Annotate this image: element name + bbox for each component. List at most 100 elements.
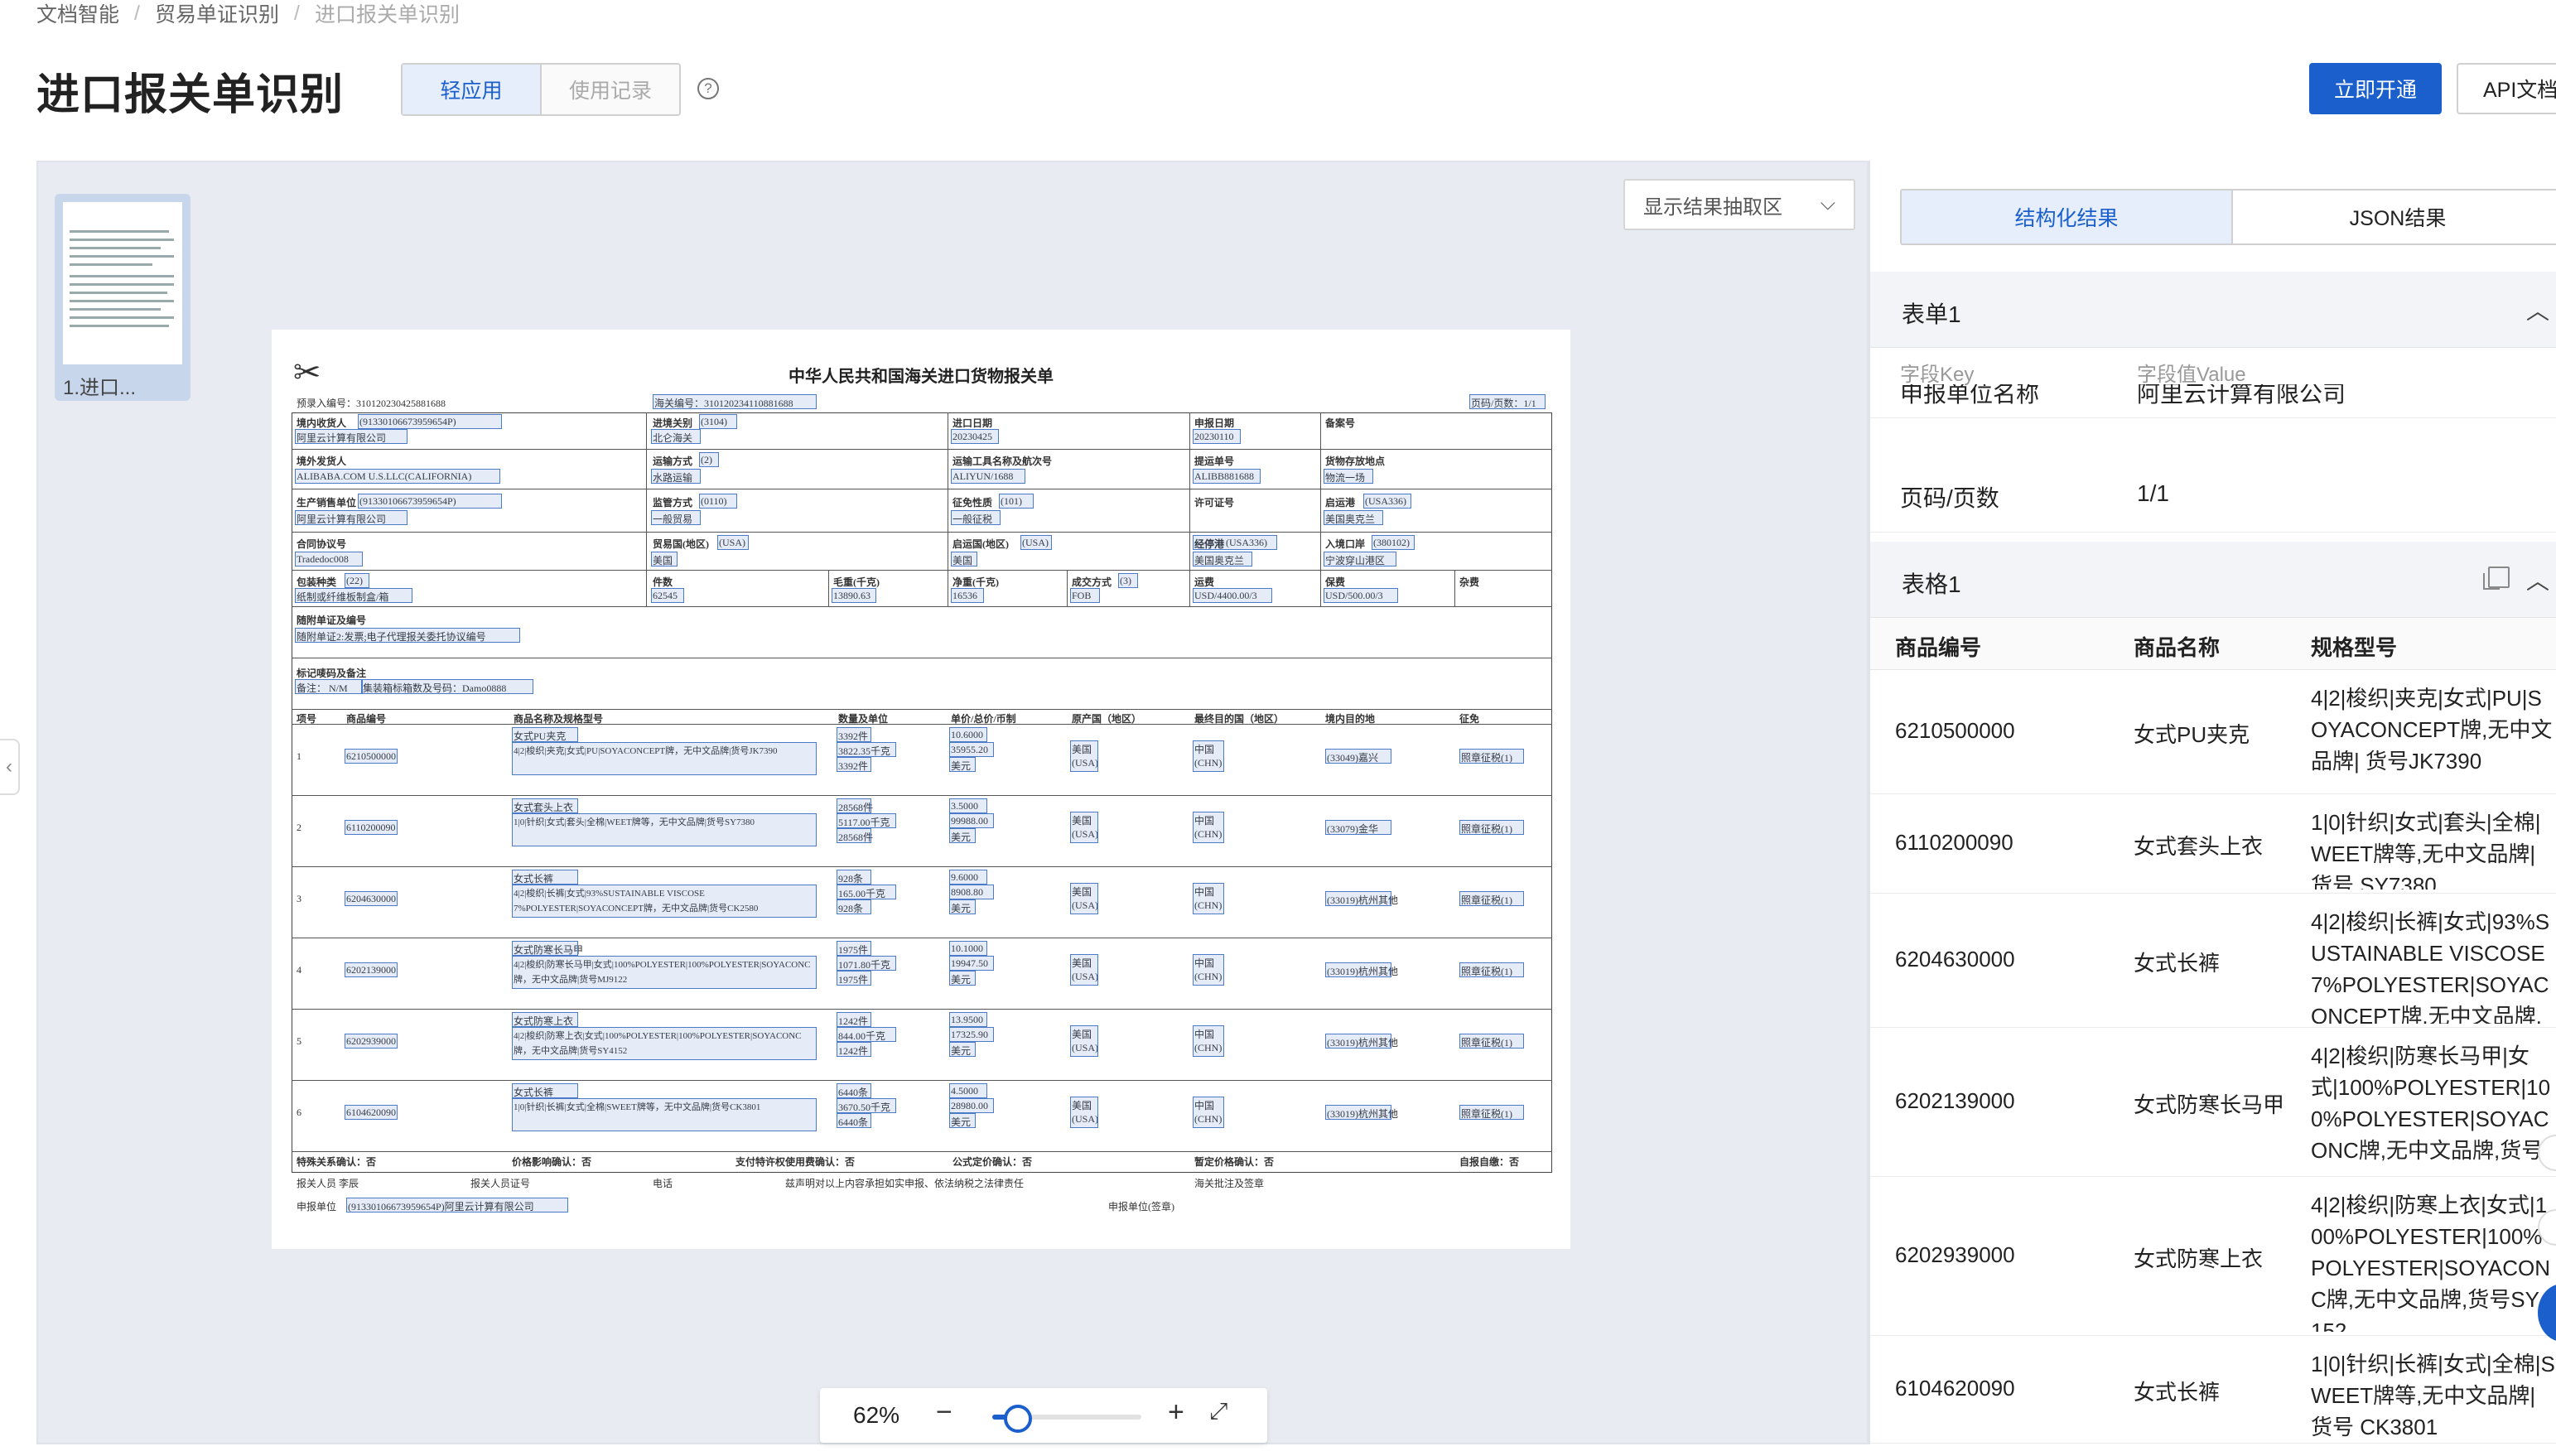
highlight-box[interactable] [837,727,871,742]
highlight-box[interactable] [949,798,987,813]
highlight-box[interactable] [837,1042,871,1057]
highlight-box[interactable] [512,941,578,956]
highlight-box[interactable] [1193,552,1252,566]
highlight-box[interactable] [651,510,701,525]
highlight-box[interactable] [951,469,1025,484]
highlight-box[interactable] [951,588,984,603]
cell-name[interactable]: 女式长裤 [2134,947,2220,977]
highlight-box[interactable] [1459,962,1524,977]
highlight-box[interactable] [512,1027,817,1060]
cell-code[interactable]: 6110200090 [1895,830,2013,856]
highlight-box[interactable] [1193,1025,1224,1057]
tab-try[interactable]: 轻应用 [403,65,542,114]
highlight-box[interactable] [651,469,701,484]
highlight-box[interactable] [653,394,817,409]
cell-name[interactable]: 女式防寒上衣 [2134,1242,2263,1273]
kv-value[interactable]: 1/1 [2137,480,2169,507]
zoom-out-icon[interactable]: − [936,1396,952,1429]
cell-name[interactable]: 女式长裤 [2134,1376,2220,1406]
breadcrumb-item-doc-ai[interactable]: 文档智能 [36,0,119,28]
highlight-box[interactable] [1325,962,1391,977]
cell-code[interactable]: 6202139000 [1895,1088,2015,1114]
cell-name[interactable]: 女式PU夹克 [2134,718,2250,749]
highlight-box[interactable] [837,742,896,757]
highlight-box[interactable] [1193,954,1224,986]
highlight-box[interactable] [949,757,976,772]
highlight-box[interactable] [1459,749,1524,764]
highlight-box[interactable] [1193,740,1224,772]
collapse-left-icon[interactable]: ‹ [0,739,20,795]
highlight-box[interactable] [837,971,871,986]
cell-name[interactable]: 女式防寒长马甲 [2134,1088,2284,1119]
highlight-box[interactable] [1070,954,1098,986]
highlight-box[interactable] [1372,535,1415,550]
cell-spec[interactable]: 4|2|梭织|防寒上衣|女式|100%POLYESTER|100%POLYEST… [2311,1189,2556,1332]
highlight-box[interactable] [295,628,520,643]
highlight-box[interactable] [1324,588,1398,603]
breadcrumb-item-trade-docs[interactable]: 贸易单证识别 [155,0,279,28]
highlight-box[interactable] [699,494,737,509]
highlight-box[interactable] [699,414,737,429]
table-section-header[interactable]: 表格1 ︿ [1870,542,2556,618]
highlight-box[interactable] [949,941,987,956]
highlight-box[interactable] [949,956,994,971]
cell-code[interactable]: 6204630000 [1895,947,2015,972]
cell-spec[interactable]: 1|0|针织|女式|套头|全棉|WEET牌等,无中文品牌|货号 SY7380 [2311,807,2556,890]
highlight-box[interactable] [949,1027,994,1042]
highlight-box[interactable] [949,885,994,899]
cell-code[interactable]: 6210500000 [1895,718,2015,744]
highlight-box[interactable] [837,828,871,843]
highlight-box[interactable] [512,870,578,885]
highlight-box[interactable] [512,1083,578,1098]
highlight-box[interactable] [837,1098,896,1113]
tab-history[interactable]: 使用记录 [542,65,679,114]
cell-code[interactable]: 6202939000 [1895,1242,2015,1268]
thumbnail-image[interactable] [63,202,182,364]
highlight-box[interactable] [1325,820,1391,835]
highlight-box[interactable] [1193,429,1241,444]
highlight-box[interactable] [651,552,678,566]
highlight-box[interactable] [1193,535,1277,550]
cell-spec[interactable]: 4|2|梭织|防寒长马甲|女式|100%POLYESTER|100%POLYES… [2311,1040,2556,1173]
highlight-box[interactable] [345,573,369,588]
highlight-box[interactable] [295,469,500,484]
highlight-box[interactable] [949,727,987,742]
highlight-box[interactable] [512,885,817,918]
highlight-box[interactable] [837,813,896,828]
highlight-box[interactable] [949,813,994,828]
chevron-up-icon[interactable]: ︿ [2526,293,2549,326]
highlight-box[interactable] [295,588,412,603]
display-mode-select[interactable]: 显示结果抽取区 ⌵ [1623,179,1855,230]
zoom-in-icon[interactable]: + [1168,1396,1184,1429]
highlight-box[interactable] [949,971,976,986]
highlight-box[interactable] [1324,469,1373,484]
highlight-box[interactable] [837,1083,871,1098]
highlight-box[interactable] [512,813,817,846]
cell-spec[interactable]: 4|2|梭织|长裤|女式|93%SUSTAINABLE VISCOSE 7%PO… [2311,906,2556,1024]
highlight-box[interactable] [295,679,363,694]
highlight-box[interactable] [717,535,749,550]
cell-spec[interactable]: 1|0|针织|长裤|女式|全棉|SWEET牌等,无中文品牌|货号 CK3801 [2311,1348,2556,1439]
highlight-box[interactable] [1459,1105,1524,1120]
highlight-box[interactable] [346,1198,568,1213]
highlight-box[interactable] [837,1027,896,1042]
fullscreen-icon[interactable]: ⤢ [1209,1398,1227,1425]
highlight-box[interactable] [837,899,871,914]
highlight-box[interactable] [1070,1025,1098,1057]
cell-spec[interactable]: 4|2|梭织|夹克|女式|PU|SOYACONCEPT牌,无中文品牌| 货号JK… [2311,682,2556,790]
highlight-box[interactable] [1459,891,1524,906]
highlight-box[interactable] [1118,573,1138,588]
highlight-box[interactable] [1070,812,1098,843]
highlight-box[interactable] [699,452,719,467]
highlight-box[interactable] [512,1098,817,1131]
highlight-box[interactable] [345,749,398,764]
highlight-box[interactable] [1070,588,1100,603]
highlight-box[interactable] [837,798,871,813]
highlight-box[interactable] [1325,1105,1391,1120]
highlight-box[interactable] [1193,883,1224,914]
highlight-box[interactable] [837,885,896,899]
highlight-box[interactable] [949,1012,987,1027]
highlight-box[interactable] [1325,891,1391,906]
form-section-header[interactable]: 表单1 ︿ [1870,272,2556,348]
highlight-box[interactable] [837,1113,871,1128]
